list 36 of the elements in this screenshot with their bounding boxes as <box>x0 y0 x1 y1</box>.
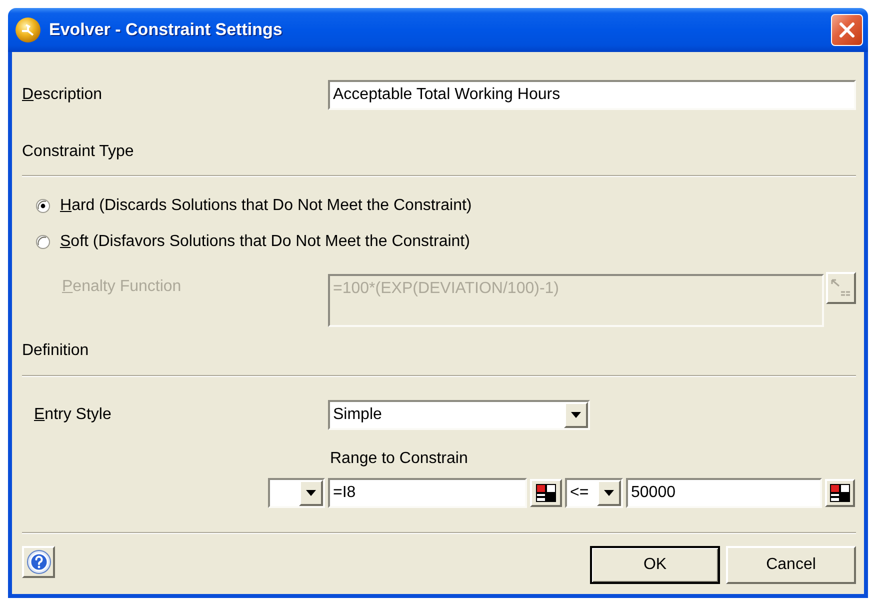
help-button[interactable] <box>22 546 55 578</box>
dropdown-arrow-button[interactable] <box>299 480 323 506</box>
option-label[interactable]: Soft (Disfavors Solutions that Do Not Meet the Constraint) <box>60 232 470 252</box>
arrow-icon <box>831 279 851 297</box>
range-select-button[interactable] <box>530 479 562 507</box>
description-label: Description <box>22 85 102 105</box>
grid-icon <box>830 484 850 502</box>
description-field[interactable]: Acceptable Total Working Hours <box>328 80 856 110</box>
prefix-dropdown[interactable] <box>268 478 325 508</box>
expand-button[interactable] <box>826 272 856 304</box>
help-icon <box>26 550 50 574</box>
section-heading: Constraint Type <box>22 142 134 162</box>
range-select-button[interactable] <box>825 479 855 507</box>
entry-style-label: Entry Style <box>34 405 112 425</box>
range-field[interactable]: =I8 <box>328 478 527 508</box>
grid-icon <box>536 484 556 502</box>
entry-style-dropdown[interactable]: Simple <box>328 400 590 430</box>
option-label[interactable]: Hard (Discards Solutions that Do Not Meet the Constraint) <box>60 196 472 216</box>
range-label: Range to Constrain <box>330 449 468 469</box>
close-icon <box>839 22 855 38</box>
caret-icon <box>604 490 614 496</box>
penalty-function-label: Penalty Function <box>62 277 182 297</box>
close-button[interactable] <box>831 14 863 46</box>
ok-button[interactable]: OK <box>590 546 720 584</box>
radio-button[interactable] <box>36 235 50 249</box>
section-heading: Definition <box>22 341 89 361</box>
value-field[interactable]: 50000 <box>626 478 822 508</box>
dropdown-arrow-button[interactable] <box>564 402 588 428</box>
orb-icon <box>15 17 41 43</box>
cancel-button[interactable]: Cancel <box>726 546 856 584</box>
caret-icon <box>571 412 581 418</box>
radio-button[interactable] <box>36 199 50 213</box>
window-title: Evolver - Constraint Settings <box>49 20 282 40</box>
operator-dropdown[interactable]: <= <box>565 478 623 508</box>
dropdown-arrow-button[interactable] <box>597 480 621 506</box>
caret-icon <box>306 490 316 496</box>
